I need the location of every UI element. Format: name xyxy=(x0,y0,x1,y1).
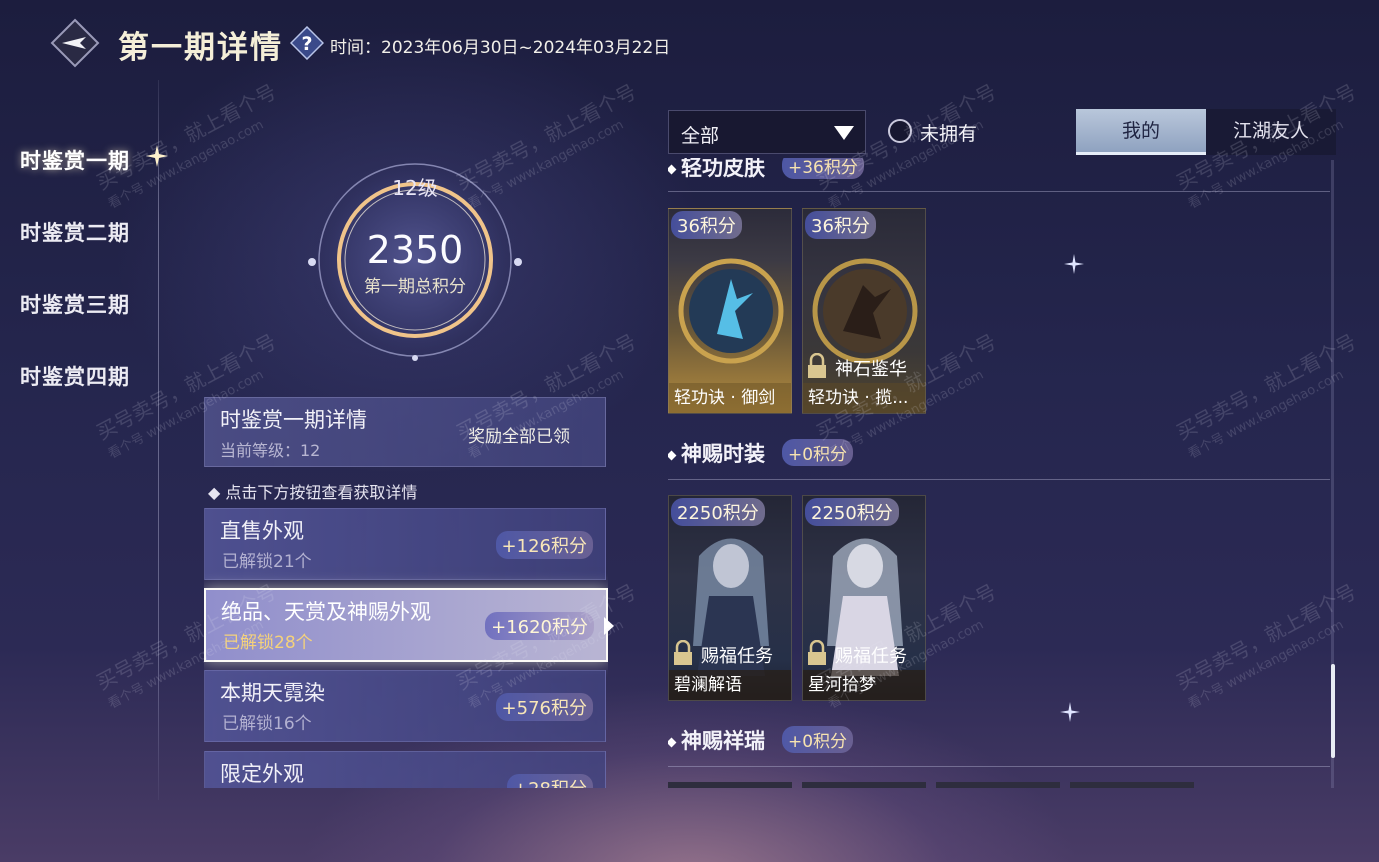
sidebar-item-period-1[interactable]: 时鉴赏一期 xyxy=(20,145,130,175)
section-title: 神赐祥瑞 xyxy=(668,725,765,755)
category-count: 已解锁21个 xyxy=(222,552,312,572)
category-item[interactable]: 直售外观 已解锁21个 +126积分 xyxy=(204,508,606,580)
tab-friends[interactable]: 江湖友人 xyxy=(1206,109,1336,155)
total-score: 2350 xyxy=(366,228,464,272)
lock-icon xyxy=(674,640,692,665)
card-badge: 神石鉴华 xyxy=(835,359,907,380)
card-name: 轻功诀 · 御剑 xyxy=(669,383,791,413)
reward-claim-status: 奖励全部已领 xyxy=(468,427,570,447)
section-points: +0积分 xyxy=(782,726,854,753)
item-card[interactable]: 36积分 神石鉴华 轻功诀 · 揽... xyxy=(802,208,926,414)
hint-text: ◆ 点击下方按钮查看获取详情 xyxy=(208,483,418,502)
card-name: 碧澜解语 xyxy=(669,670,791,700)
active-pointer-icon xyxy=(604,617,614,635)
card-badge: 赐福任务 xyxy=(701,646,773,667)
category-points: +576积分 xyxy=(495,693,593,721)
item-card[interactable]: 36积分 轻功诀 · 御剑 xyxy=(668,208,792,414)
item-card[interactable]: 2250积分 赐福任务 星河拾梦 xyxy=(802,495,926,701)
card-points: 2250积分 xyxy=(805,498,899,526)
triangle-down-icon xyxy=(834,126,854,140)
card-badge: 赐福任务 xyxy=(835,646,907,667)
category-name: 绝品、天赏及神赐外观 xyxy=(221,600,431,624)
item-card-partial[interactable] xyxy=(802,782,926,788)
section-points: +36积分 xyxy=(782,158,864,179)
category-points: +126积分 xyxy=(495,531,593,559)
hint-label: 点击下方按钮查看获取详情 xyxy=(225,483,418,502)
sparkle-icon xyxy=(146,145,168,167)
sidebar-item-period-2[interactable]: 时鉴赏二期 xyxy=(20,217,130,247)
category-item[interactable]: 本期天霓染 已解锁16个 +576积分 xyxy=(204,670,606,742)
section-title-text: 神赐祥瑞 xyxy=(681,728,765,753)
card-points: 36积分 xyxy=(671,211,742,239)
period-time: 时间：2023年06月30日~2024年03月22日 xyxy=(330,38,671,58)
card-points: 36积分 xyxy=(805,211,876,239)
skill-emblem-art xyxy=(678,258,784,364)
sparkle-icon xyxy=(1060,702,1080,722)
tab-mine[interactable]: 我的 xyxy=(1076,109,1206,155)
filter-dropdown[interactable]: 全部 xyxy=(668,110,866,154)
total-score-label: 第一期总积分 xyxy=(364,277,466,297)
lock-icon xyxy=(808,640,826,665)
section-divider xyxy=(668,479,1330,480)
category-item[interactable]: 限定外观 +28积分 xyxy=(204,751,606,788)
watermark-line: 买号卖号，就上看个号 xyxy=(92,79,281,195)
category-count: 已解锁16个 xyxy=(222,714,312,734)
category-name: 本期天霓染 xyxy=(220,681,325,705)
section-points: +0积分 xyxy=(782,439,854,466)
help-button[interactable]: ? xyxy=(289,25,325,61)
section-title: 轻功皮肤 xyxy=(668,158,765,182)
svg-text:?: ? xyxy=(301,33,312,55)
question-icon: ? xyxy=(289,25,325,61)
section-title-text: 轻功皮肤 xyxy=(681,158,765,180)
section-divider xyxy=(668,191,1330,192)
category-name: 限定外观 xyxy=(220,762,304,786)
unowned-radio[interactable] xyxy=(888,119,912,143)
sidebar-item-period-4[interactable]: 时鉴赏四期 xyxy=(20,361,130,391)
unowned-label[interactable]: 未拥有 xyxy=(920,119,977,146)
watermark-line: 看个号 www.kangehao.com xyxy=(105,117,267,213)
card-name: 轻功诀 · 揽... xyxy=(803,383,925,413)
current-level: 当前等级：12 xyxy=(220,441,321,460)
watermark: 买号卖号，就上看个号看个号 www.kangehao.com xyxy=(90,76,289,212)
category-points: +28积分 xyxy=(507,774,593,788)
level-text: 12级 xyxy=(392,176,438,200)
item-card-partial[interactable] xyxy=(936,782,1060,788)
section-title: 神赐时装 xyxy=(668,438,765,468)
sidebar-divider xyxy=(158,80,159,800)
section-title-text: 神赐时装 xyxy=(681,441,765,466)
scrollbar-thumb[interactable] xyxy=(1331,664,1335,758)
back-button[interactable] xyxy=(50,18,100,68)
back-arrow-icon xyxy=(50,18,100,68)
category-points: +1620积分 xyxy=(485,612,594,640)
page-title: 第一期详情 xyxy=(118,30,283,66)
sidebar-item-period-3[interactable]: 时鉴赏三期 xyxy=(20,289,130,319)
card-name: 星河拾梦 xyxy=(803,670,925,700)
item-card-partial[interactable] xyxy=(1070,782,1194,788)
item-card-partial[interactable] xyxy=(668,782,792,788)
lock-icon xyxy=(808,353,826,378)
section-divider xyxy=(668,766,1330,767)
period-info-title: 时鉴赏一期详情 xyxy=(220,408,367,432)
card-points: 2250积分 xyxy=(671,498,765,526)
category-count: 已解锁28个 xyxy=(223,633,313,653)
sparkle-icon xyxy=(1064,254,1084,274)
collection-content: 轻功皮肤 +36积分 36积分 轻功诀 · 御剑 36积分 神石鉴华 轻功诀 ·… xyxy=(668,158,1333,788)
category-item-active[interactable]: 绝品、天赏及神赐外观 已解锁28个 +1620积分 xyxy=(204,588,608,662)
filter-selected: 全部 xyxy=(681,125,720,147)
category-list: 直售外观 已解锁21个 +126积分 绝品、天赏及神赐外观 已解锁28个 +16… xyxy=(204,508,608,788)
item-card[interactable]: 2250积分 赐福任务 碧澜解语 xyxy=(668,495,792,701)
category-name: 直售外观 xyxy=(220,519,304,543)
